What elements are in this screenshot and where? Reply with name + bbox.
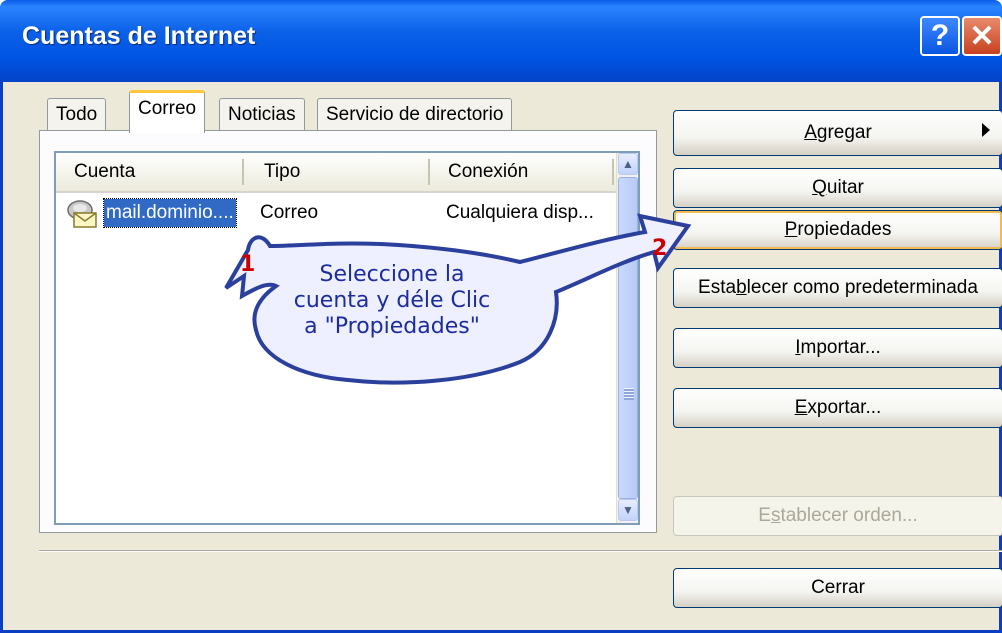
accounts-list[interactable]: Cuenta Tipo Conexión mail.dominio.... Co…	[54, 151, 640, 525]
grip-icon	[624, 388, 634, 400]
tab-todo[interactable]: Todo	[47, 98, 107, 132]
column-cuenta[interactable]: Cuenta	[74, 153, 135, 191]
close-button[interactable]: Cerrar	[673, 568, 1002, 608]
cell-cuenta[interactable]: mail.dominio....	[103, 198, 237, 228]
tab-servicio-directorio[interactable]: Servicio de directorio	[317, 98, 513, 132]
vertical-scrollbar[interactable]: ▲ ▼	[616, 153, 638, 523]
separator	[39, 550, 1002, 552]
column-tipo[interactable]: Tipo	[264, 153, 300, 191]
set-default-button[interactable]: Esta b lecer como predeterminada	[673, 268, 1002, 308]
set-order-button[interactable]: Es tablecer orden...	[673, 496, 1002, 536]
export-button[interactable]: Exportar...	[673, 388, 1002, 428]
remove-button[interactable]: Quitar	[673, 168, 1002, 208]
title-bar[interactable]: Cuentas de Internet ? ✕	[0, 0, 1002, 82]
column-divider[interactable]	[428, 159, 430, 185]
column-conexion[interactable]: Conexión	[448, 153, 528, 191]
tab-panel: Cuenta Tipo Conexión mail.dominio.... Co…	[39, 130, 657, 533]
scroll-thumb[interactable]	[618, 177, 638, 499]
list-header: Cuenta Tipo Conexión	[56, 153, 618, 193]
close-icon[interactable]: ✕	[962, 16, 1002, 56]
column-divider[interactable]	[612, 159, 614, 185]
column-divider[interactable]	[242, 159, 244, 185]
import-button[interactable]: Importar...	[673, 328, 1002, 368]
help-button[interactable]: ?	[920, 16, 960, 56]
scroll-up-icon[interactable]: ▲	[618, 153, 638, 175]
cell-tipo: Correo	[260, 202, 319, 223]
cell-conexion: Cualquiera disp...	[446, 202, 594, 223]
tab-correo[interactable]: Correo	[129, 90, 206, 133]
mail-account-icon	[67, 200, 97, 228]
internet-accounts-dialog: Cuentas de Internet ? ✕ Todo Correo Noti…	[0, 0, 1002, 633]
submenu-arrow-icon	[982, 123, 990, 137]
add-button[interactable]: Agregar	[673, 110, 1002, 156]
tab-noticias[interactable]: Noticias	[219, 98, 305, 132]
scroll-down-icon[interactable]: ▼	[618, 499, 638, 521]
table-row[interactable]: mail.dominio.... Correo Cualquiera disp.…	[56, 197, 618, 229]
properties-button[interactable]: Propiedades	[673, 210, 1002, 250]
window-title: Cuentas de Internet	[22, 22, 256, 50]
